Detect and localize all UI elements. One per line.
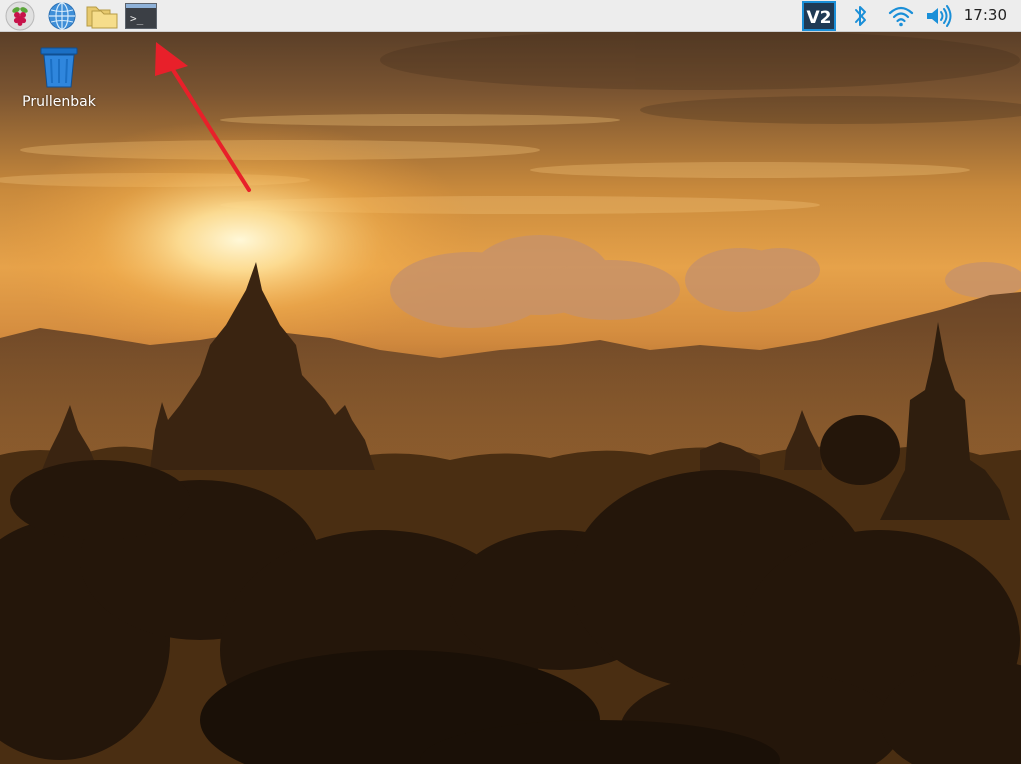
desktop-screen: >_ V2 17:30 Prullenbak bbox=[0, 0, 1021, 764]
desktop-icon-trash[interactable]: Prullenbak bbox=[14, 44, 104, 110]
folder-icon bbox=[86, 6, 118, 28]
web-browser-launcher[interactable] bbox=[45, 0, 79, 31]
bluetooth-icon bbox=[855, 5, 866, 26]
vnc-tray-button[interactable]: V2 bbox=[801, 0, 837, 31]
clock[interactable]: 17:30 bbox=[964, 0, 1007, 31]
raspberry-pi-menu-icon bbox=[5, 1, 35, 30]
terminal-launcher[interactable]: >_ bbox=[124, 0, 158, 31]
file-manager-launcher[interactable] bbox=[84, 0, 120, 31]
desktop-wallpaper bbox=[0, 0, 1021, 764]
wifi-icon bbox=[888, 6, 914, 26]
raspberry-pi-menu-button[interactable] bbox=[3, 0, 37, 31]
desktop-icon-trash-label: Prullenbak bbox=[22, 94, 96, 110]
globe-icon bbox=[48, 1, 76, 30]
trash-icon bbox=[40, 47, 78, 88]
vnc-icon: V2 bbox=[802, 0, 836, 31]
wifi-tray-button[interactable] bbox=[886, 0, 916, 31]
bluetooth-tray-button[interactable] bbox=[849, 0, 873, 31]
volume-icon bbox=[927, 4, 952, 27]
taskbar: >_ V2 17:30 bbox=[0, 0, 1021, 32]
vnc-icon-label: V2 bbox=[807, 8, 832, 28]
terminal-prompt-glyph: >_ bbox=[130, 12, 144, 25]
volume-tray-button[interactable] bbox=[923, 0, 955, 31]
terminal-icon: >_ bbox=[125, 2, 157, 29]
